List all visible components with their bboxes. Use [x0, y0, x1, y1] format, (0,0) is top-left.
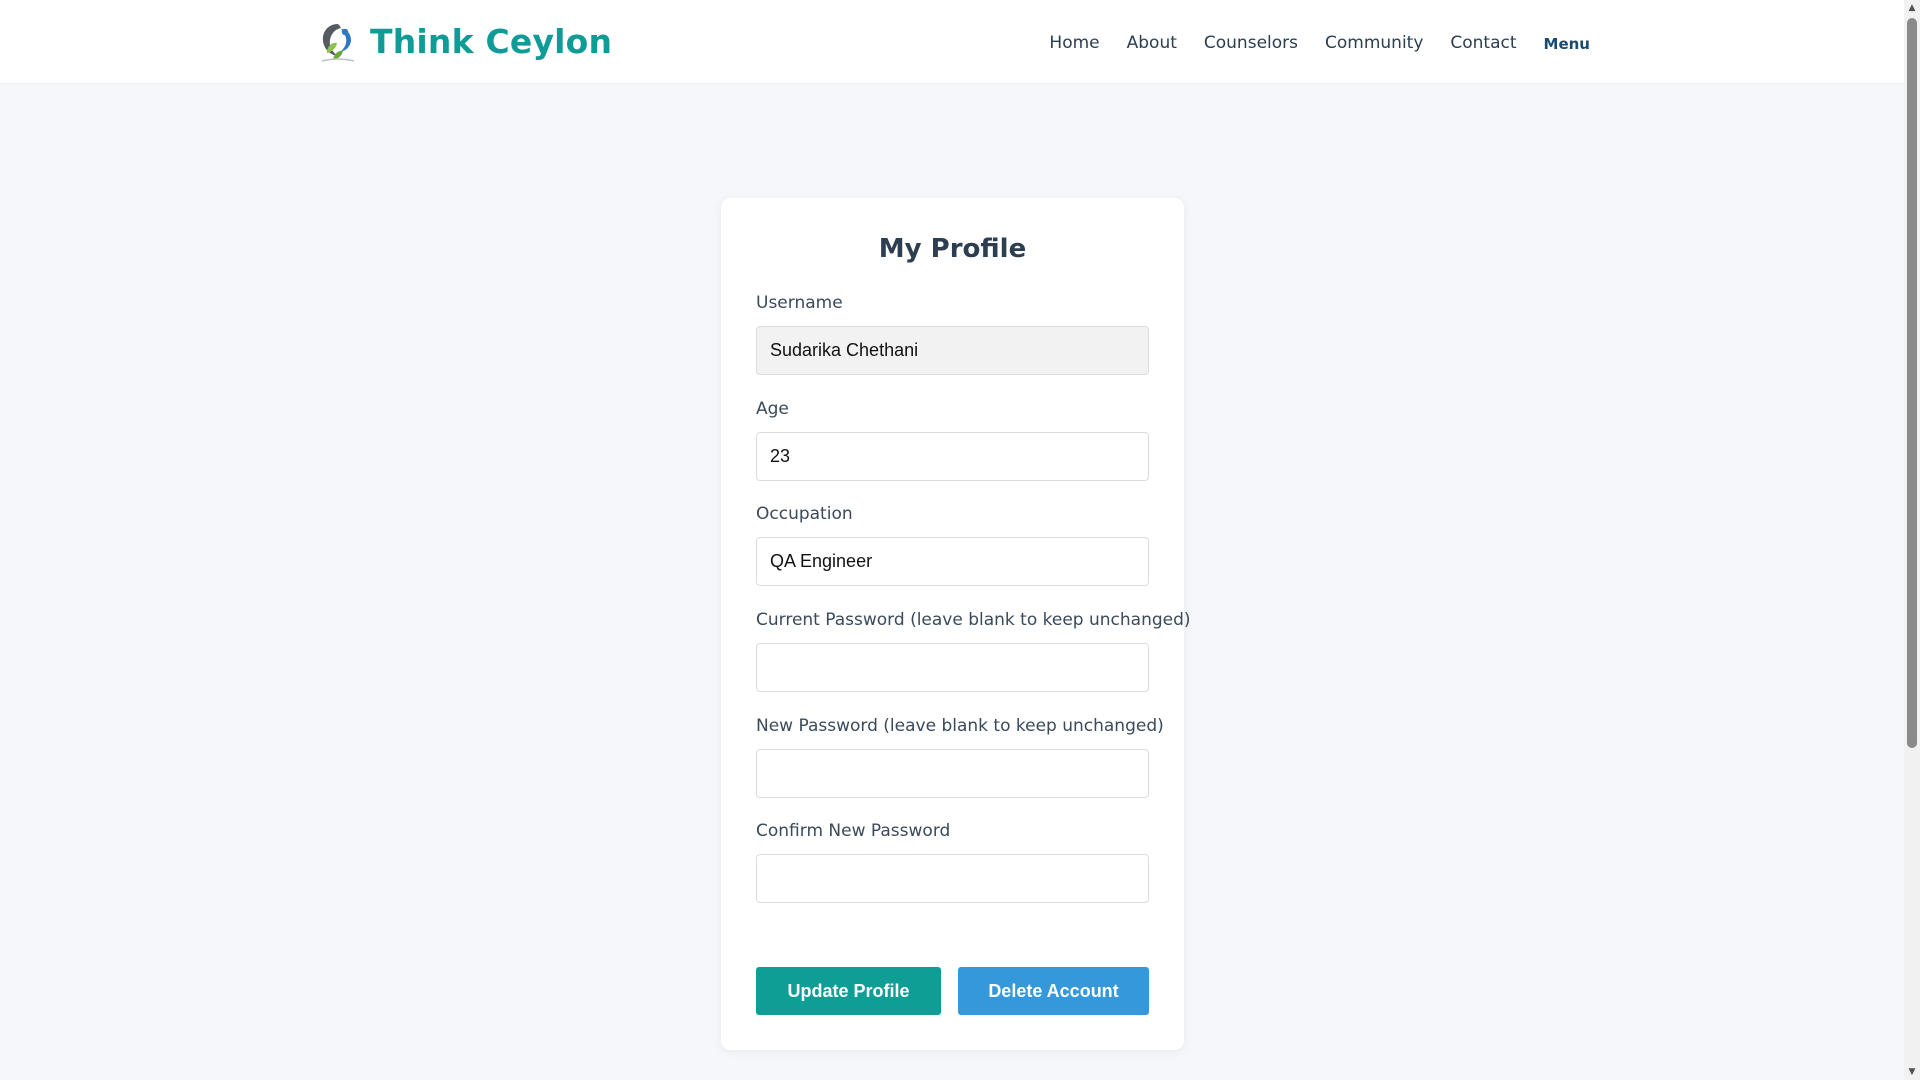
nav-home[interactable]: Home [1049, 31, 1099, 55]
scroll-thumb[interactable] [1907, 18, 1917, 748]
main-nav: Home About Counselors Community Contact … [1049, 30, 1590, 56]
brand-name: Think Ceylon [370, 22, 613, 61]
username-group: Username [756, 292, 1149, 375]
confirm-password-label: Confirm New Password [756, 821, 951, 841]
confirm-password-field[interactable] [756, 854, 1149, 903]
nav-contact[interactable]: Contact [1450, 31, 1516, 55]
occupation-group: Occupation [756, 503, 1149, 586]
age-group: Age [756, 398, 1149, 481]
nav-about[interactable]: About [1127, 31, 1177, 55]
age-field[interactable] [756, 432, 1149, 481]
page-scrollbar[interactable]: ▲ ▼ [1904, 0, 1920, 1080]
nav-community[interactable]: Community [1325, 31, 1423, 55]
menu-toggle[interactable]: Menu [1544, 30, 1590, 56]
current-password-label: Current Password (leave blank to keep un… [756, 610, 1191, 630]
confirm-password-group: Confirm New Password [756, 820, 1149, 903]
occupation-field[interactable] [756, 537, 1149, 586]
new-password-field[interactable] [756, 749, 1149, 798]
username-label: Username [756, 293, 843, 313]
update-profile-button[interactable]: Update Profile [756, 967, 941, 1015]
current-password-field[interactable] [756, 643, 1149, 692]
username-field[interactable] [756, 326, 1149, 375]
new-password-label: New Password (leave blank to keep unchan… [756, 716, 1164, 736]
form-actions: Update Profile Delete Account [756, 967, 1149, 1015]
delete-account-button[interactable]: Delete Account [958, 967, 1149, 1015]
scroll-up-arrow-icon[interactable]: ▲ [1904, 0, 1920, 16]
site-header: Think Ceylon Home About Counselors Commu… [0, 0, 1904, 84]
profile-card: My Profile Username Age Occupation Curre… [721, 198, 1191, 1050]
new-password-group: New Password (leave blank to keep unchan… [756, 715, 1164, 798]
think-ceylon-logo-icon [321, 24, 355, 62]
occupation-label: Occupation [756, 504, 853, 524]
age-label: Age [756, 399, 789, 419]
current-password-group: Current Password (leave blank to keep un… [756, 609, 1191, 692]
scroll-down-arrow-icon[interactable]: ▼ [1904, 1064, 1920, 1080]
page-title: My Profile [878, 234, 1027, 264]
brand-link[interactable]: Think Ceylon [318, 20, 612, 64]
nav-counselors[interactable]: Counselors [1204, 31, 1298, 55]
